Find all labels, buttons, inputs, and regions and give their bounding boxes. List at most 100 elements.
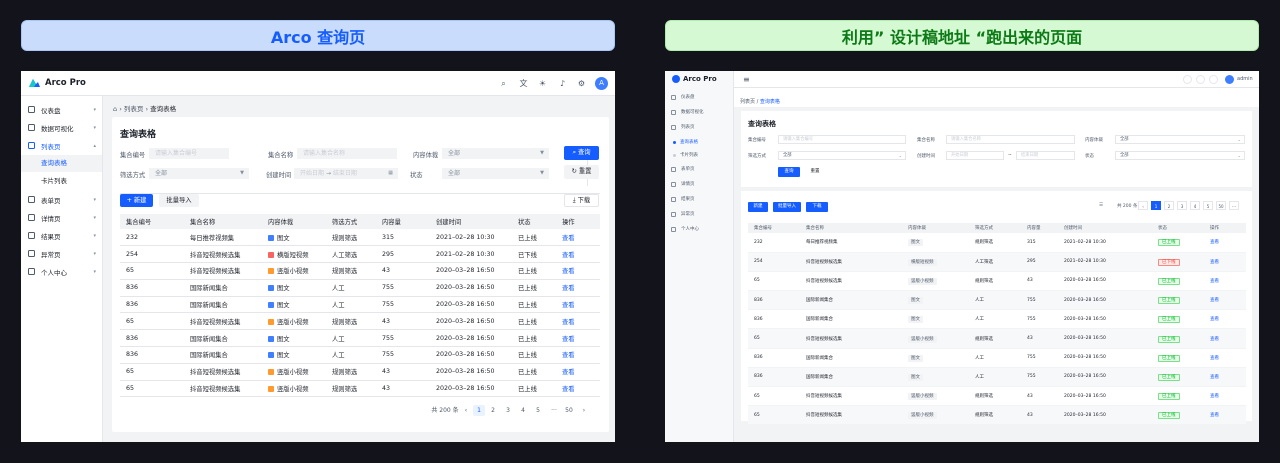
sidebar-item-result[interactable]: 结果页 — [671, 196, 695, 202]
table-cell[interactable]: 查看 — [1204, 233, 1246, 253]
table-cell[interactable]: 查看 — [556, 296, 600, 314]
table-cell[interactable]: 查看 — [1204, 405, 1246, 426]
sidebar-item-user[interactable]: 个人中心 ▾ — [21, 263, 103, 280]
reset-button[interactable]: ↻ 重置 — [564, 165, 599, 179]
sidebar-item-visualization[interactable]: 数据可视化 ▾ — [21, 119, 103, 136]
download-button[interactable]: 下载 — [806, 202, 828, 212]
pagination-next[interactable]: › — [578, 405, 590, 416]
pagination-page[interactable]: 50 — [562, 405, 576, 416]
table-cell: 横版短视频 — [902, 252, 969, 272]
gear-icon[interactable]: ⚙ — [576, 78, 587, 89]
search-icon[interactable]: ⌕ — [498, 78, 509, 89]
download-button[interactable]: ⤓ 下载 — [564, 194, 599, 207]
pagination-more[interactable]: ··· — [1229, 201, 1239, 210]
new-button[interactable]: + 新建 — [120, 194, 153, 207]
collection-id-input[interactable]: 请输入集合编号 — [149, 148, 229, 159]
search-button[interactable]: 查询 — [778, 167, 800, 177]
menu-icon[interactable]: ≡ — [743, 75, 750, 84]
pagination-page[interactable]: 50 — [1216, 201, 1226, 210]
table-cell: 295 — [1021, 252, 1058, 272]
status-select[interactable]: 全部 ⌄ — [1115, 151, 1245, 160]
table-cell[interactable]: 查看 — [556, 262, 600, 280]
search-icon[interactable] — [1183, 75, 1192, 84]
pagination-page[interactable]: 3 — [502, 405, 514, 416]
bell-icon[interactable] — [1196, 75, 1205, 84]
table-cell[interactable]: 查看 — [556, 346, 600, 364]
content-type-select[interactable]: 全部 ⌄ — [1115, 135, 1245, 144]
reset-button[interactable]: 重置 — [804, 167, 826, 177]
search-button[interactable]: ⌕ 查询 — [564, 146, 599, 160]
table-cell[interactable]: 查看 — [1204, 309, 1246, 330]
content-type-icon — [268, 285, 274, 292]
filter-type-select[interactable]: 全部 ▼ — [149, 168, 249, 179]
table-cell[interactable]: 查看 — [1204, 367, 1246, 388]
pagination-page[interactable]: 5 — [1203, 201, 1213, 210]
batch-import-button[interactable]: 批量导入 — [773, 202, 801, 212]
username[interactable]: admin — [1237, 76, 1253, 82]
start-date-input[interactable]: 开始日期 — [946, 151, 1004, 160]
pagination-page[interactable]: 1 — [1151, 201, 1161, 210]
sidebar-subitem-card-list[interactable]: 卡片列表 — [671, 152, 698, 158]
table-cell[interactable]: 查看 — [556, 380, 600, 398]
pagination-page[interactable]: 3 — [1177, 201, 1187, 210]
table-cell: 755 — [1021, 348, 1058, 368]
sidebar-item-result[interactable]: 结果页 ▾ — [21, 227, 103, 244]
date-range-picker[interactable]: 开始日期 → 结束日期 ▦ — [294, 168, 398, 179]
pagination-prev[interactable]: ‹ — [460, 405, 472, 416]
sidebar-item-user[interactable]: 个人中心 — [671, 226, 699, 232]
status-select[interactable]: 全部 ▼ — [442, 168, 549, 179]
sidebar-subitem-query-table[interactable]: 查询表格 — [671, 139, 698, 145]
collection-name-input[interactable]: 请输入集合名称 — [946, 135, 1075, 144]
new-button[interactable]: 新建 — [748, 202, 768, 212]
batch-import-button[interactable]: 批量导入 — [159, 194, 199, 207]
pagination-page[interactable]: 4 — [517, 405, 529, 416]
table-cell[interactable]: 查看 — [1204, 252, 1246, 272]
avatar[interactable]: A — [595, 77, 608, 90]
pagination-page[interactable]: 2 — [1164, 201, 1174, 210]
table-cell[interactable]: 查看 — [556, 279, 600, 297]
sidebar-item-form[interactable]: 表单页 ▾ — [21, 191, 103, 208]
sidebar-item-list[interactable]: 列表页 — [671, 124, 695, 130]
language-icon[interactable]: 文 — [518, 78, 529, 89]
sidebar-subitem-card-list[interactable]: 卡片列表 — [21, 173, 102, 190]
filter-type-select[interactable]: 全部 ⌄ — [778, 151, 906, 160]
table-cell[interactable]: 查看 — [1204, 348, 1246, 368]
sidebar-item-form[interactable]: 表单页 — [671, 166, 695, 172]
table-cell[interactable]: 查看 — [556, 312, 600, 331]
sidebar-item-exception[interactable]: 异常页 ▾ — [21, 245, 103, 262]
sidebar-item-exception[interactable]: 异常页 — [671, 211, 695, 217]
list-icon[interactable]: ☰ — [1099, 203, 1103, 208]
table-cell[interactable]: 查看 — [556, 245, 600, 264]
pagination-page[interactable]: 4 — [1190, 201, 1200, 210]
avatar[interactable] — [1225, 75, 1234, 84]
bell-icon[interactable]: ♪ — [557, 78, 568, 89]
table-cell[interactable]: 查看 — [1204, 271, 1246, 292]
table-cell[interactable]: 查看 — [1204, 386, 1246, 407]
sidebar-item-list[interactable]: 列表页 ▴ — [21, 137, 103, 154]
pagination-page[interactable]: 1 — [473, 405, 485, 416]
collection-name-input[interactable]: 请输入集合名称 — [297, 148, 397, 159]
sidebar-item-visualization[interactable]: 数据可视化 — [671, 109, 704, 115]
table-cell[interactable]: 查看 — [556, 329, 600, 348]
sidebar-item-dashboard[interactable]: 仪表盘 ▾ — [21, 101, 103, 118]
end-date-input[interactable]: 结束日期 — [1016, 151, 1075, 160]
gear-icon[interactable] — [1209, 75, 1218, 84]
sidebar-item-profile[interactable]: 详情页 — [671, 181, 695, 187]
table-cell[interactable]: 查看 — [1204, 328, 1246, 349]
dot-icon — [673, 153, 676, 157]
table-cell[interactable]: 查看 — [556, 229, 600, 247]
table-cell[interactable]: 查看 — [556, 363, 600, 381]
sidebar-item-profile[interactable]: 详情页 ▾ — [21, 209, 103, 226]
collection-id-input[interactable]: 请输入集合编号 — [778, 135, 906, 144]
pagination-prev[interactable]: ‹ — [1138, 201, 1148, 210]
content-type-select[interactable]: 全部 ▼ — [442, 148, 549, 159]
pagination-page[interactable]: 5 — [532, 405, 544, 416]
pagination-page[interactable]: 2 — [487, 405, 499, 416]
table-cell: 2021–02–28 10:30 — [430, 245, 512, 264]
table-cell[interactable]: 查看 — [1204, 290, 1246, 311]
home-icon[interactable]: ⌂ — [113, 105, 117, 113]
theme-icon[interactable]: ☀ — [537, 78, 548, 89]
pagination-ellipsis[interactable]: ··· — [547, 405, 561, 416]
sidebar-item-dashboard[interactable]: 仪表盘 — [671, 94, 695, 100]
sidebar-subitem-query-table[interactable]: 查询表格 — [21, 155, 102, 172]
